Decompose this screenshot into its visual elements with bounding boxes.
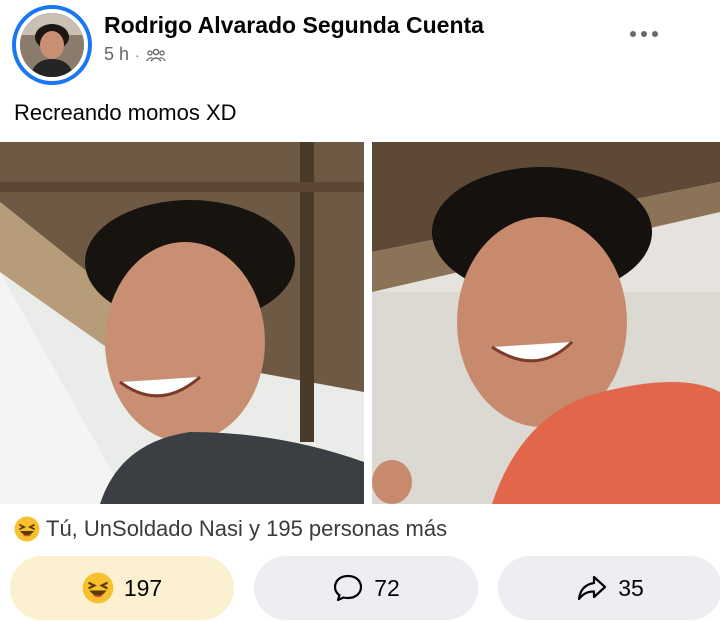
post-photo-left[interactable] bbox=[0, 142, 364, 504]
share-arrow-icon bbox=[578, 575, 607, 601]
photo-left-image bbox=[0, 142, 364, 504]
author-name[interactable]: Rodrigo Alvarado Segunda Cuenta bbox=[104, 12, 484, 39]
meta-separator: · bbox=[135, 46, 140, 63]
post-caption: Recreando momos XD bbox=[14, 100, 237, 125]
react-count: 197 bbox=[123, 574, 163, 601]
post-photo-right[interactable] bbox=[372, 142, 720, 504]
photo-right-image bbox=[372, 142, 720, 504]
comment-count: 72 bbox=[374, 574, 400, 601]
react-button[interactable]: 197 bbox=[10, 556, 234, 620]
more-dot-icon bbox=[652, 31, 658, 37]
more-options-button[interactable] bbox=[624, 22, 664, 46]
more-dot-icon bbox=[630, 31, 636, 37]
more-dot-icon bbox=[641, 31, 647, 37]
avatar[interactable] bbox=[20, 13, 84, 77]
author-avatar-ring[interactable] bbox=[12, 5, 92, 85]
reactions-summary[interactable]: Tú, UnSoldado Nasi y 195 personas más bbox=[14, 512, 447, 546]
comment-button[interactable]: 72 bbox=[254, 556, 478, 620]
comment-bubble-icon bbox=[334, 574, 363, 602]
haha-emoji-icon bbox=[82, 572, 114, 604]
post-header: Rodrigo Alvarado Segunda Cuenta 5 h · bbox=[0, 0, 720, 90]
post-meta: 5 h · bbox=[104, 44, 166, 65]
reactions-summary-text: Tú, UnSoldado Nasi y 195 personas más bbox=[46, 516, 448, 541]
haha-emoji-icon bbox=[14, 516, 40, 542]
group-audience-icon bbox=[145, 48, 166, 61]
share-button[interactable]: 35 bbox=[498, 556, 720, 620]
post-time[interactable]: 5 h bbox=[104, 44, 129, 65]
avatar-photo bbox=[20, 13, 84, 77]
share-count: 35 bbox=[618, 574, 644, 601]
